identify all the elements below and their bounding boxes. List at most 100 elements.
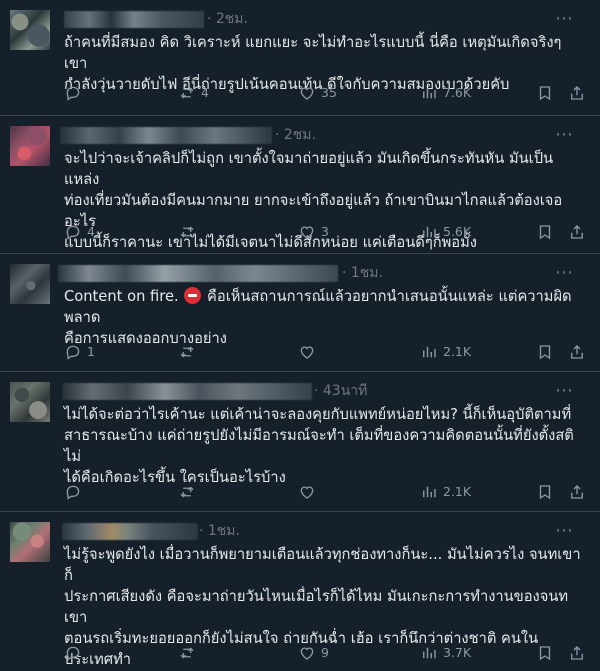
- bookmark-button[interactable]: [536, 84, 554, 102]
- share-icon: [571, 646, 583, 660]
- view-count: 2.1K: [443, 484, 472, 499]
- share-button[interactable]: [568, 223, 586, 241]
- post-actions: 9 3.7K: [64, 644, 586, 662]
- repost-icon: [180, 87, 194, 99]
- more-icon[interactable]: ⋯: [555, 126, 574, 144]
- more-icon[interactable]: ⋯: [555, 10, 574, 28]
- repost-button[interactable]: [178, 644, 201, 662]
- views-button[interactable]: 2.1K: [420, 483, 471, 501]
- share-button[interactable]: [568, 644, 586, 662]
- bookmark-icon: [539, 646, 551, 661]
- repost-icon: [180, 647, 194, 659]
- view-count: 5.6K: [443, 224, 472, 239]
- repost-button[interactable]: [178, 223, 201, 241]
- bar-chart-icon: [423, 346, 436, 358]
- avatar[interactable]: [10, 522, 50, 562]
- bookmark-icon: [539, 485, 551, 500]
- timestamp[interactable]: · 1ชม.: [199, 522, 240, 540]
- redacted-username: [64, 11, 204, 28]
- reply-button[interactable]: 4: [64, 223, 95, 241]
- post-header: · 1ชม. ⋯: [58, 264, 584, 282]
- bookmark-button[interactable]: [536, 223, 554, 241]
- bar-chart-icon: [423, 647, 436, 659]
- like-count: 35: [321, 85, 337, 100]
- redacted-username: [62, 523, 198, 540]
- view-count: 2.1K: [443, 344, 472, 359]
- reply-thread: · 2ชม. ⋯ ถ้าคนที่มีสมอง คิด วิเคราะห์ แย…: [0, 0, 600, 671]
- avatar[interactable]: [10, 126, 50, 166]
- view-count: 3.7K: [443, 645, 472, 660]
- avatar[interactable]: [10, 10, 50, 50]
- bar-chart-icon: [423, 226, 436, 238]
- no-entry-emoji: [184, 287, 202, 304]
- bookmark-button[interactable]: [536, 483, 554, 501]
- bookmark-button[interactable]: [536, 343, 554, 361]
- timestamp[interactable]: · 1ชม.: [342, 264, 383, 282]
- share-icon: [571, 485, 583, 499]
- post-actions: 4 35 7.6K: [64, 84, 586, 102]
- post-header: · 2ชม. ⋯: [64, 10, 584, 28]
- bookmark-button[interactable]: [536, 644, 554, 662]
- reply-button[interactable]: [64, 644, 87, 662]
- like-button[interactable]: [298, 483, 321, 501]
- bookmark-icon: [539, 86, 551, 101]
- reply-icon: [66, 345, 80, 360]
- share-button[interactable]: [568, 483, 586, 501]
- like-button[interactable]: 9: [298, 644, 329, 662]
- views-button[interactable]: 2.1K: [420, 343, 471, 361]
- views-button[interactable]: 7.6K: [420, 84, 471, 102]
- heart-icon: [300, 346, 314, 359]
- avatar[interactable]: [10, 382, 50, 422]
- timestamp[interactable]: · 43นาที: [314, 382, 367, 400]
- reply-icon: [66, 485, 80, 500]
- timestamp[interactable]: · 2ชม.: [275, 126, 316, 144]
- share-button[interactable]: [568, 84, 586, 102]
- more-icon[interactable]: ⋯: [555, 264, 574, 282]
- view-count: 7.6K: [443, 85, 472, 100]
- like-button[interactable]: 3: [298, 223, 329, 241]
- timestamp[interactable]: · 2ชม.: [207, 10, 248, 28]
- reply-post-3[interactable]: · 1ชม. ⋯ Content on fire. คือเห็นสถานการ…: [0, 254, 600, 372]
- repost-icon: [180, 346, 194, 358]
- repost-button[interactable]: 4: [178, 84, 209, 102]
- redacted-username: [58, 265, 338, 282]
- post-text: ไม่ได้จะต่อว่าไรเค้านะ แต่เค้าน่าจะลองคุ…: [64, 406, 574, 486]
- reply-button[interactable]: [64, 483, 87, 501]
- reply-post-2[interactable]: · 2ชม. ⋯ จะไปว่าจะเจ้าคลิปก็ไม่ถูก เขาตั…: [0, 116, 600, 254]
- bar-chart-icon: [423, 486, 436, 498]
- more-icon[interactable]: ⋯: [555, 522, 574, 540]
- bookmark-icon: [539, 225, 551, 240]
- repost-icon: [180, 226, 194, 238]
- reply-icon: [66, 225, 80, 240]
- reply-count: 1: [87, 344, 95, 359]
- heart-icon: [300, 226, 314, 239]
- views-button[interactable]: 5.6K: [420, 223, 471, 241]
- like-button[interactable]: [298, 343, 321, 361]
- redacted-username: [60, 127, 272, 144]
- more-icon[interactable]: ⋯: [555, 382, 574, 400]
- reply-button[interactable]: 1: [64, 343, 95, 361]
- heart-icon: [300, 647, 314, 660]
- reply-post-1[interactable]: · 2ชม. ⋯ ถ้าคนที่มีสมอง คิด วิเคราะห์ แย…: [0, 0, 600, 116]
- share-icon: [571, 225, 583, 239]
- reply-icon: [66, 646, 80, 661]
- post-text-part-1: Content on fire.: [64, 288, 184, 305]
- post-header: · 2ชม. ⋯: [60, 126, 584, 144]
- reply-button[interactable]: [64, 84, 87, 102]
- repost-button[interactable]: [178, 343, 201, 361]
- repost-button[interactable]: [178, 483, 201, 501]
- heart-icon: [300, 87, 314, 100]
- heart-icon: [300, 486, 314, 499]
- post-actions: 2.1K: [64, 483, 586, 501]
- reply-post-5[interactable]: · 1ชม. ⋯ ไม่รู้จะพูดยังไง เมื่อวานก็พยาย…: [0, 512, 600, 671]
- avatar[interactable]: [10, 264, 50, 304]
- reply-icon: [66, 86, 80, 101]
- bar-chart-icon: [423, 87, 436, 99]
- post-header: · 43นาที ⋯: [62, 382, 584, 400]
- post-header: · 1ชม. ⋯: [62, 522, 584, 540]
- share-button[interactable]: [568, 343, 586, 361]
- views-button[interactable]: 3.7K: [420, 644, 471, 662]
- reply-post-4[interactable]: · 43นาที ⋯ ไม่ได้จะต่อว่าไรเค้านะ แต่เค้…: [0, 372, 600, 512]
- like-button[interactable]: 35: [298, 84, 337, 102]
- bookmark-icon: [539, 345, 551, 360]
